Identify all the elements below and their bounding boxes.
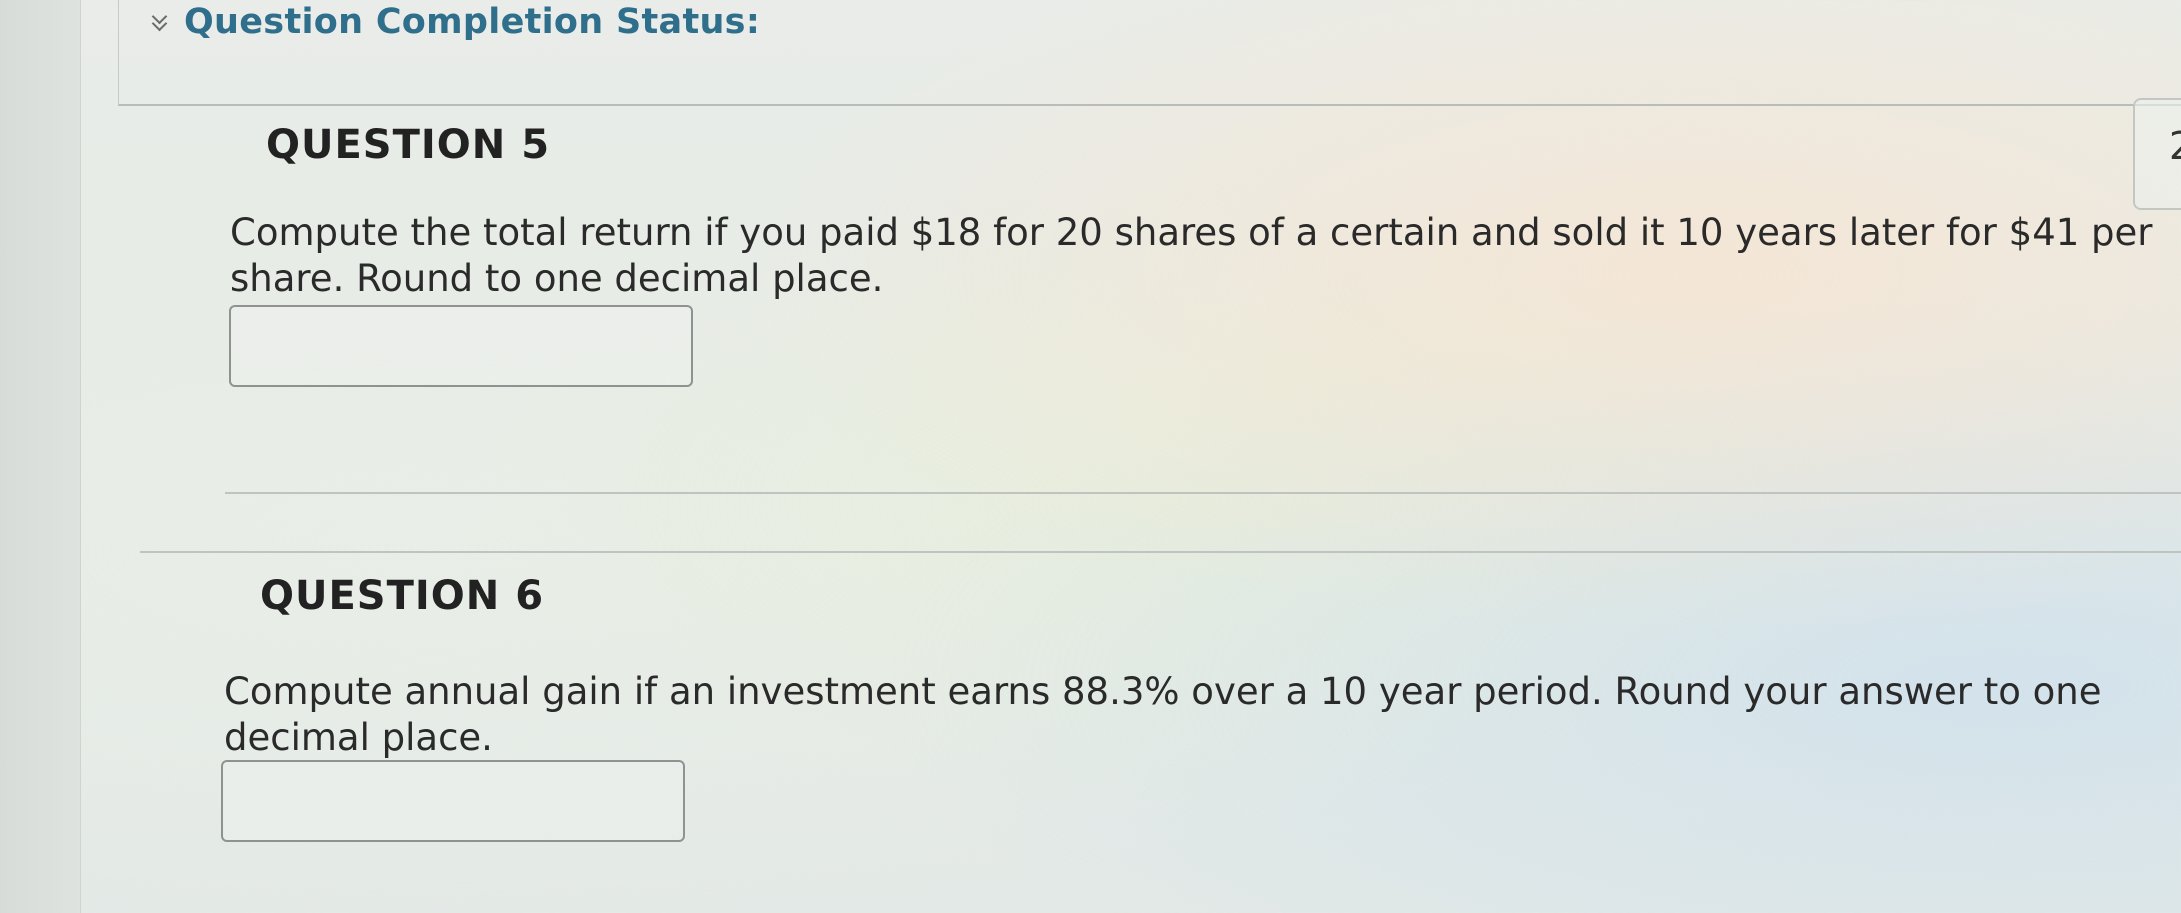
question-5-title: QUESTION 5 [266,122,551,168]
points-tab: 2 [2133,98,2181,210]
question-separator [140,551,2181,553]
left-gutter [0,0,81,913]
status-title: Question Completion Status: [184,2,761,42]
question-6-answer-input[interactable] [221,760,685,842]
question-5-text: Compute the total return if you paid $18… [230,211,2153,300]
question-5-answer-input[interactable] [229,305,693,387]
question-6-text: Compute annual gain if an investment ear… [224,670,2102,759]
question-5-bottom-divider [225,492,2181,494]
question-6-title: QUESTION 6 [260,573,545,619]
double-chevron-down-icon [150,11,172,33]
points-value: 2 [2169,124,2181,168]
question-completion-status-toggle[interactable]: Question Completion Status: [150,2,760,42]
